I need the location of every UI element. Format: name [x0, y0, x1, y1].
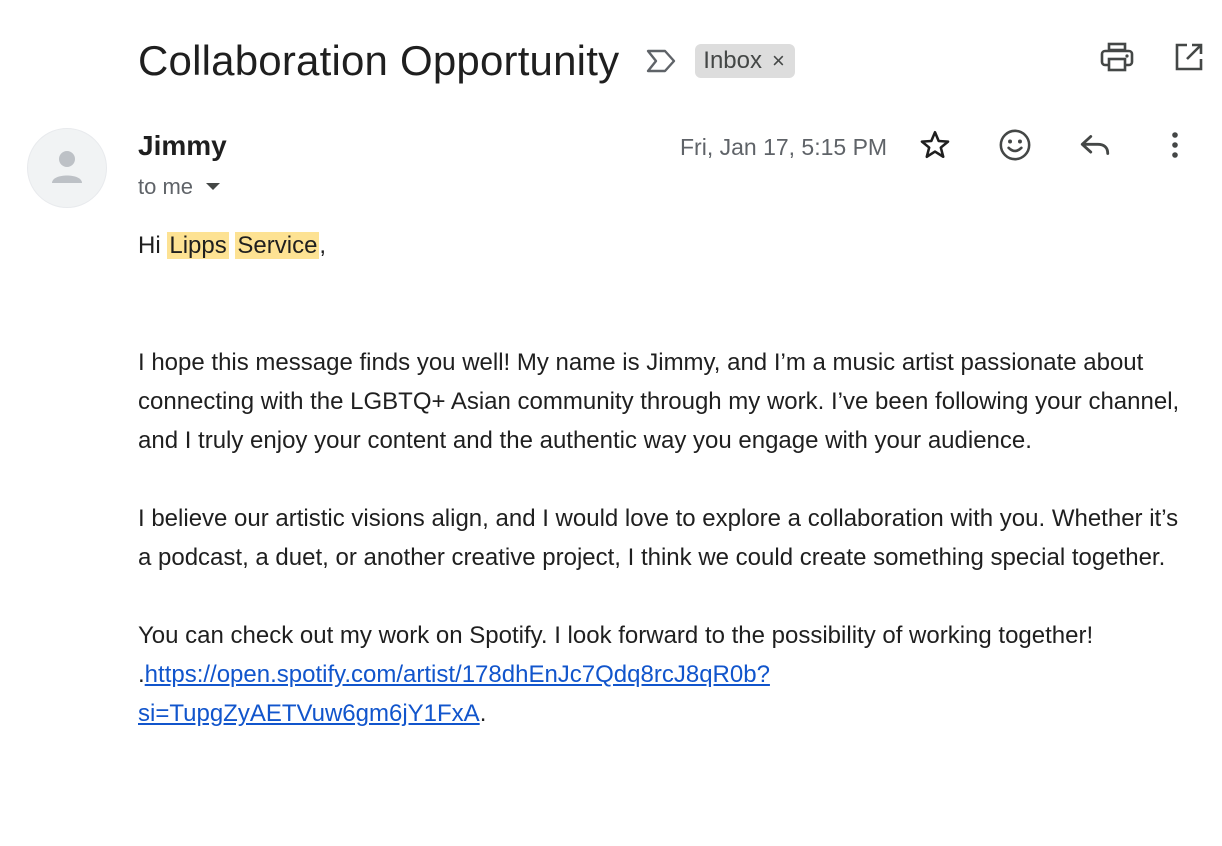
- body-paragraph-2: I believe our artistic visions align, an…: [138, 505, 1179, 571]
- subject-row: Collaboration Opportunity Inbox ×: [138, 34, 795, 88]
- recipient-line: to me: [138, 174, 221, 200]
- email-date: Fri, Jan 17, 5:15 PM: [680, 134, 888, 160]
- email-body: Hi Lipps Service, I hope this message fi…: [138, 226, 1198, 733]
- spotify-link-part-1: https://open.spotify.com/artist/178dhEnJ…: [144, 661, 770, 688]
- spotify-link-line: .https://open.spotify.com/artist/178dhEn…: [138, 655, 1198, 733]
- sender-avatar[interactable]: [27, 128, 107, 208]
- label-important-icon[interactable]: [645, 48, 677, 74]
- reply-icon[interactable]: [1078, 128, 1112, 162]
- spotify-link-part-2: si=TupgZyAETVuw6gm6jY1FxA: [138, 700, 480, 727]
- greeting-suffix: ,: [319, 232, 327, 259]
- avatar-person-icon: [52, 151, 82, 183]
- body-paragraph-1: I hope this message finds you well! My n…: [138, 349, 1180, 454]
- recipient-text: to me: [138, 174, 194, 199]
- more-vert-icon[interactable]: [1158, 128, 1192, 162]
- caret-down-icon[interactable]: [205, 182, 221, 192]
- top-actions: [1100, 40, 1206, 74]
- body-paragraph-3: You can check out my work on Spotify. I …: [138, 622, 1094, 649]
- greeting: Hi Lipps Service,: [138, 226, 1198, 265]
- greeting-name-first: Lipps: [167, 232, 229, 259]
- spotify-link[interactable]: https://open.spotify.com/artist/178dhEnJ…: [138, 661, 770, 727]
- remove-label-icon[interactable]: ×: [772, 50, 785, 72]
- open-in-new-icon[interactable]: [1172, 40, 1206, 74]
- print-icon[interactable]: [1100, 40, 1134, 74]
- message-actions: [918, 128, 1192, 162]
- greeting-name-second: Service: [235, 232, 320, 259]
- sender-name[interactable]: Jimmy: [138, 130, 227, 162]
- star-icon[interactable]: [918, 128, 952, 162]
- link-suffix: .: [479, 700, 487, 727]
- link-prefix: .: [138, 661, 145, 688]
- greeting-prefix: Hi: [138, 232, 168, 259]
- inbox-label-chip[interactable]: Inbox ×: [695, 44, 795, 78]
- emoji-icon[interactable]: [998, 128, 1032, 162]
- label-chip-text: Inbox: [703, 47, 762, 74]
- email-subject: Collaboration Opportunity: [138, 37, 620, 84]
